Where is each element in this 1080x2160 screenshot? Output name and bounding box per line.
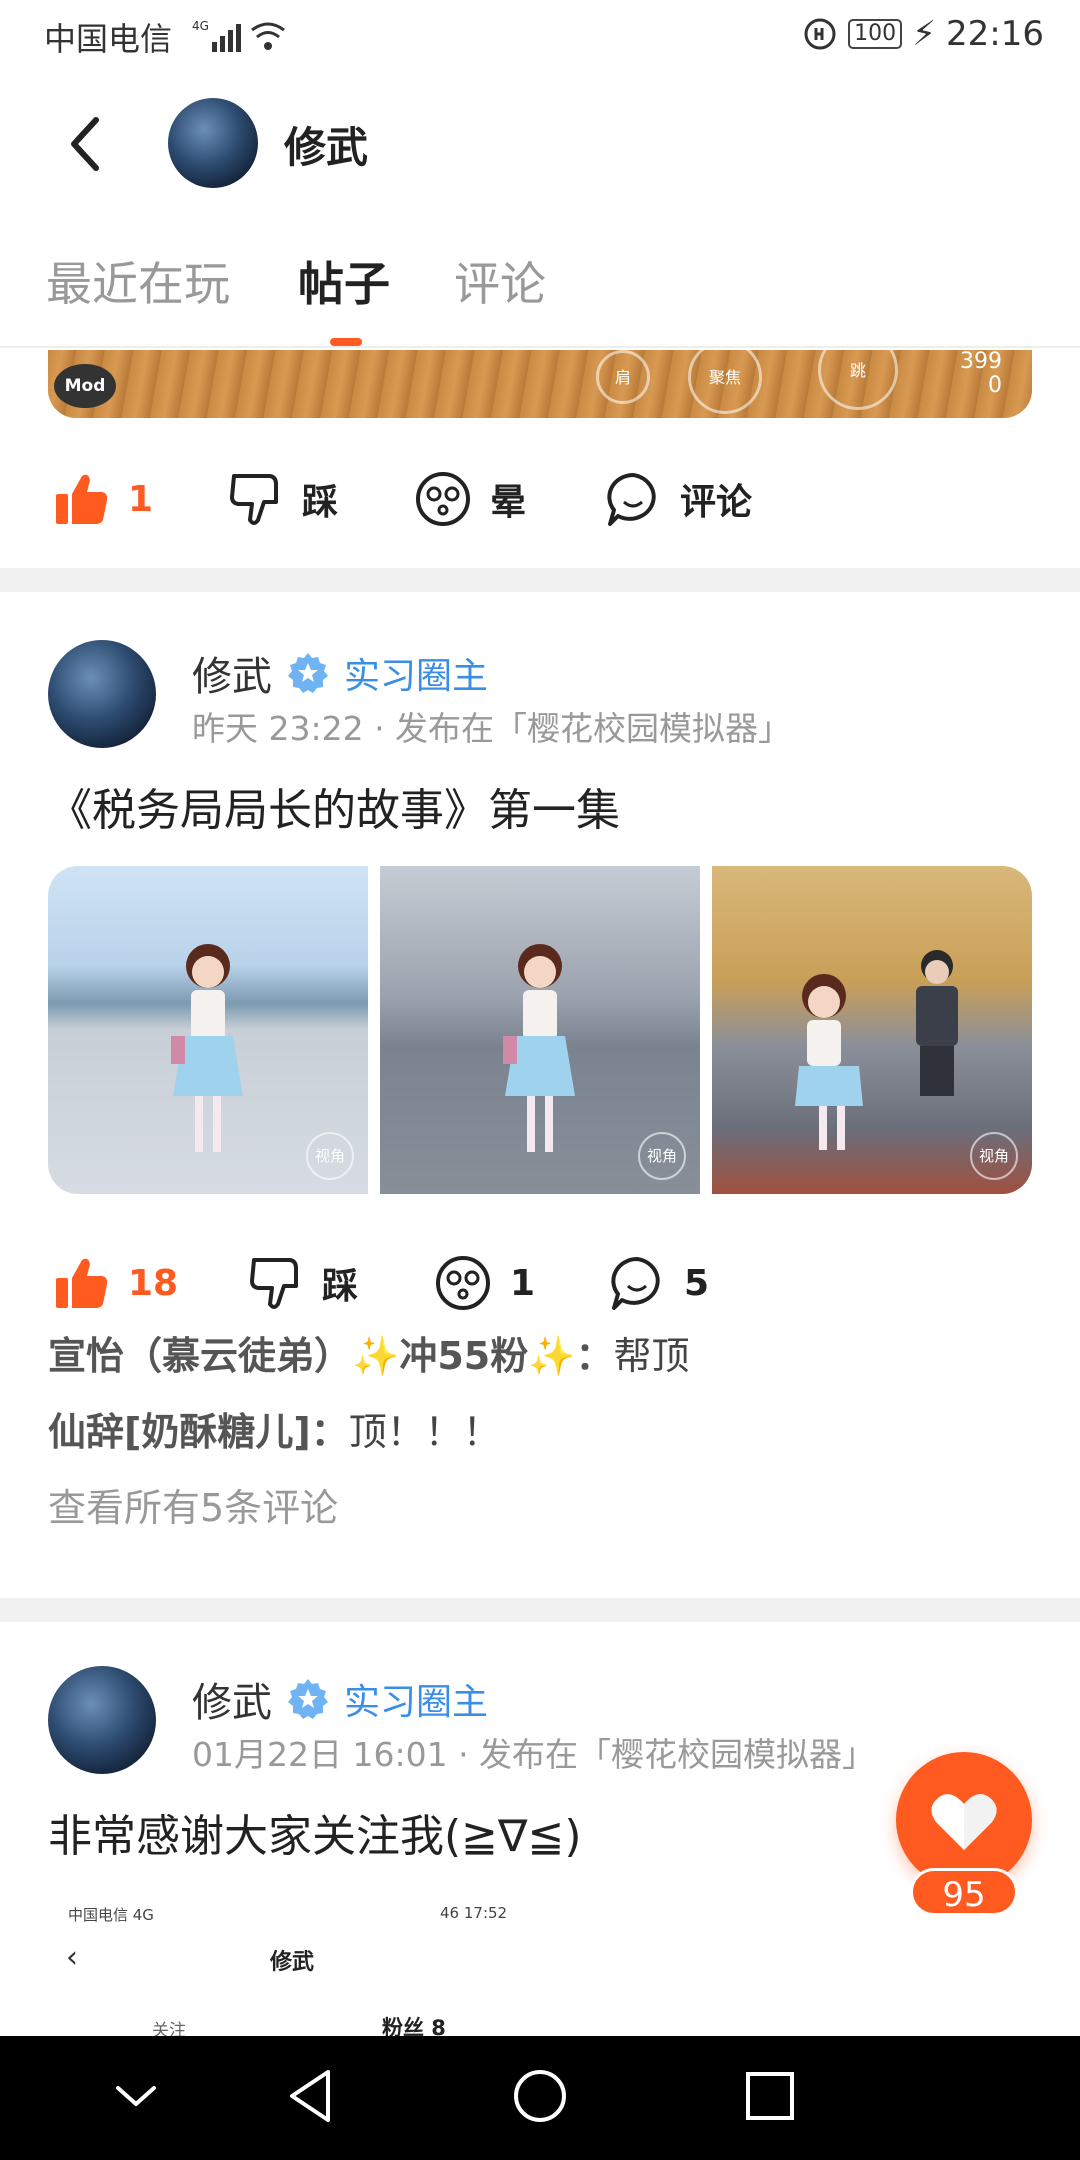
character-figure [503,944,575,1152]
post-image[interactable]: 视角 [712,866,1032,1194]
preview-status-right: 46 17:52 [440,1904,508,1922]
post-meta: 昨天 23:22 · 发布在「樱花校园模拟器」 [192,709,792,748]
comment-button[interactable]: 评论 [604,470,752,528]
game-button-focus: 聚焦 [688,350,762,414]
character-figure [171,944,243,1152]
role-badge: 实习圈主 [344,656,489,697]
role-badge: 实习圈主 [344,1682,489,1723]
divider [0,1598,1080,1622]
comment-user: 宣怡（慕云徒弟）✨冲55粉✨： [48,1334,614,1378]
post-actions: 1 踩 晕 评论 [0,446,1080,546]
post-card[interactable]: 修武 实习圈主 昨天 23:22 · 发布在「樱花校园模拟器」 《税务局局长的故… [0,640,1080,1530]
comment-button[interactable]: 5 [608,1254,709,1312]
character-figure [795,974,863,1150]
tab-posts[interactable]: 帖子 [298,248,390,314]
signal-wifi-icon: 4G [192,19,285,52]
dizzy-count: 1 [510,1262,536,1304]
post-author-name[interactable]: 修武 [192,644,272,702]
view-angle-icon: 视角 [638,1132,686,1180]
like-button[interactable]: 18 [52,1254,178,1312]
battery-level: 100 [848,19,903,49]
star-badge-icon [288,1679,328,1719]
dislike-label: 踩 [302,482,339,523]
comment-user: 仙辞[奶酥糖儿]： [48,1410,349,1454]
post-author-avatar[interactable] [48,640,156,748]
tab-active-indicator [330,338,362,346]
like-count: 18 [128,1262,179,1304]
nav-home-icon[interactable] [510,2066,570,2126]
clock: 22:16 [946,14,1044,54]
back-arrow-icon[interactable] [62,112,108,176]
preview-back-icon: ‹ [66,1940,78,1975]
dizzy-face-icon [436,1256,490,1310]
post-actions: 18 踩 1 5 [0,1230,1080,1330]
post-image-gallery: 视角 视角 视角 [48,866,1032,1194]
comment-text: 顶！！！ [348,1410,501,1454]
svg-text:4G: 4G [192,19,209,33]
comment-count: 5 [684,1262,710,1304]
post-author-avatar[interactable] [48,1666,156,1774]
tab-recently-played[interactable]: 最近在玩 [46,248,230,314]
nav-recents-icon[interactable] [740,2066,800,2126]
post-author-name[interactable]: 修武 [192,1670,272,1728]
dislike-button[interactable]: 踩 [226,470,338,528]
post-image[interactable]: 视角 [380,866,700,1194]
dizzy-label: 晕 [490,482,527,523]
dizzy-face-icon [416,472,470,526]
view-all-comments-link[interactable]: 查看所有5条评论 [48,1482,1032,1534]
game-button-jump: 跳 [818,350,898,410]
comment-preview: 宣怡（慕云徒弟）✨冲55粉✨：帮顶 仙辞[奶酥糖儿]：顶！！！ 查看所有5条评论 [48,1330,1032,1534]
post-title[interactable]: 非常感谢大家关注我(≧∇≦) [48,1800,582,1864]
dislike-button[interactable]: 踩 [246,1254,358,1312]
hide-keyboard-icon[interactable] [112,2066,160,2126]
status-bar: 中国电信 4G 100 ⚡ 22:16 [0,0,1080,72]
preview-username: 修武 [270,1950,315,1975]
view-angle-icon: 视角 [306,1132,354,1180]
preview-status-left: 中国电信 4G [68,1906,154,1924]
thumbs-down-icon [230,474,278,525]
charging-icon: ⚡ [912,14,937,54]
comment-bubble-icon [611,1257,660,1310]
thumbs-down-icon [250,1258,298,1309]
heart-icon [931,1794,997,1850]
post-title[interactable]: 《税务局局长的故事》第一集 [48,774,620,838]
divider [0,568,1080,592]
post-image-preview[interactable]: 中国电信 4G 46 17:52 ‹ 修武 关注 粉丝 8 [0,1894,1080,2041]
carrier-label: 中国电信 [44,20,173,58]
profile-username: 修武 [284,123,369,172]
comment-bubble-icon [607,473,656,526]
man-figure [916,950,958,1096]
banner-count-bottom: 0 [988,373,1002,398]
dislike-label: 踩 [322,1266,359,1307]
dizzy-button[interactable]: 1 [434,1254,535,1312]
thumbs-up-icon [56,474,108,524]
thumbs-up-icon [56,1258,108,1308]
tab-comments[interactable]: 评论 [454,248,546,314]
system-nav-bar [0,2036,1080,2160]
tab-bar: 最近在玩 帖子 评论 [0,212,1080,348]
profile-header: 修武 [0,72,1080,212]
mod-badge: Mod [54,364,116,408]
game-button-shoulder: 肩 [596,350,650,404]
avatar[interactable] [168,98,258,188]
view-angle-icon: 视角 [970,1132,1018,1180]
star-badge-icon [288,653,328,693]
dizzy-button[interactable]: 晕 [414,470,526,528]
post-meta: 01月22日 16:01 · 发布在「樱花校园模拟器」 [192,1735,876,1774]
comment-item[interactable]: 仙辞[奶酥糖儿]：顶！！！ [48,1406,1032,1482]
post-image[interactable]: 视角 [48,866,368,1194]
banner-count-top: 399 [960,350,1002,374]
comment-text: 帮顶 [613,1334,690,1378]
like-button[interactable]: 1 [52,470,153,528]
nav-back-icon[interactable] [282,2066,342,2126]
like-count: 1 [128,478,154,520]
comment-item[interactable]: 宣怡（慕云徒弟）✨冲55粉✨：帮顶 [48,1330,1032,1406]
data-saver-icon [804,18,836,50]
comment-label: 评论 [680,482,753,523]
floating-like-count: 95 [910,1868,1018,1916]
post-image-banner[interactable]: Mod 肩 聚焦 跳 399 0 [48,350,1032,418]
